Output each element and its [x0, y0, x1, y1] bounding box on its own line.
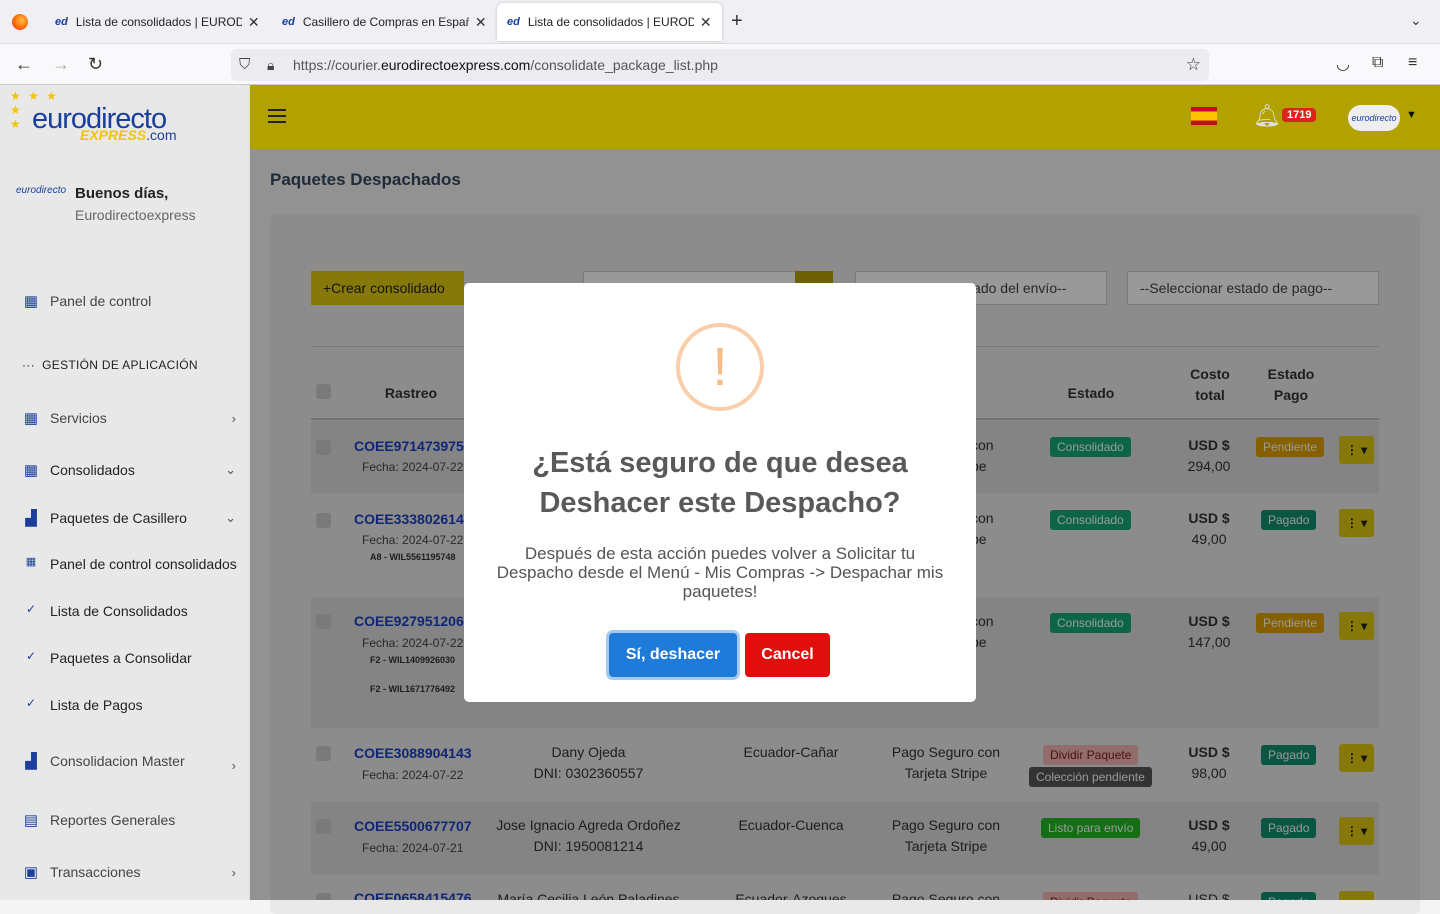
section-header: ··· GESTIÓN DE APLICACIÓN: [22, 358, 198, 372]
sidebar-item-label: Panel de control: [50, 293, 152, 309]
back-icon[interactable]: ←: [15, 54, 33, 75]
favicon-icon: ed: [507, 16, 520, 28]
check-icon: ✓: [25, 602, 37, 616]
tab-label: Lista de consolidados | EURODI: [75, 15, 242, 29]
chevron-down-icon[interactable]: ⌄: [1410, 12, 1422, 29]
warning-icon: !: [676, 323, 764, 411]
chevron-right-icon: ›: [231, 864, 236, 880]
sidebar-item-label: Transacciones: [50, 864, 141, 880]
sidebar-item-consolidacion-master[interactable]: ▟ Consolidacion Master ›: [22, 752, 242, 773]
chevron-right-icon: ›: [231, 758, 236, 773]
transactions-icon: ▣: [23, 864, 39, 881]
check-icon: ✓: [25, 649, 37, 663]
sidebar-item-paquetes-casillero[interactable]: ▟ Paquetes de Casillero ⌄: [22, 509, 242, 527]
user-name: Eurodirectoexpress: [75, 207, 196, 223]
sidebar-item-lista-consolidados[interactable]: ✓ Lista de Consolidados: [22, 602, 242, 620]
top-header: 🔔︎ 1719 eurodirecto ▼: [250, 85, 1440, 149]
confirm-undo-button[interactable]: Sí, deshacer: [609, 633, 737, 677]
favicon-icon: ed: [282, 16, 295, 28]
reports-icon: ▤: [23, 812, 39, 829]
notification-badge: 1719: [1282, 108, 1317, 122]
sidebar-item-label: Paquetes a Consolidar: [50, 650, 192, 666]
sidebar-item-label: Lista de Consolidados: [50, 603, 188, 619]
browser-tab-bar: ed Lista de consolidados | EURODI ✕ ed C…: [0, 0, 1440, 44]
check-icon: ✓: [25, 696, 37, 710]
sidebar-item-consolidados[interactable]: ▦ Consolidados ⌄: [22, 461, 242, 479]
browser-tab[interactable]: ed Casillero de Compras en España ✕: [272, 0, 497, 44]
close-tab-icon[interactable]: ✕: [700, 14, 712, 31]
pocket-icon[interactable]: ◡: [1336, 54, 1350, 74]
dialog-title: ¿Está seguro de que desea Deshacer este …: [532, 447, 908, 519]
sidebar-item-label: Paquetes de Casillero: [50, 510, 187, 526]
browser-tab-active[interactable]: ed Lista de consolidados | EURODI ✕: [497, 3, 722, 41]
chevron-down-icon: ⌄: [225, 462, 236, 477]
sidebar: ★ ★ ★ ★ ★ eurodirecto EXPRESS.com eurodire…: [0, 85, 250, 900]
address-bar[interactable]: ⛉ 🔒︎ https://courier.eurodirectoexpress.…: [231, 49, 1209, 81]
new-tab-icon[interactable]: +: [731, 10, 743, 33]
boxes-icon: ▟: [25, 753, 37, 770]
extensions-icon[interactable]: ⧉: [1372, 54, 1383, 72]
logo[interactable]: ★ ★ ★ ★ ★ eurodirecto EXPRESS.com: [10, 89, 230, 149]
url-path: /consolidate_package_list.php: [530, 57, 718, 73]
sidebar-item-lista-pagos[interactable]: ✓ Lista de Pagos: [22, 696, 242, 714]
url-prefix: https://courier.: [293, 57, 381, 73]
boxes-icon: ▟: [25, 510, 37, 527]
forward-icon[interactable]: →: [52, 54, 70, 75]
reload-icon[interactable]: ↻: [88, 54, 103, 75]
sidebar-item-panel[interactable]: ▦ Panel de control: [22, 292, 242, 310]
caret-down-icon[interactable]: ▼: [1406, 109, 1417, 121]
confirm-dialog: ! ¿Está seguro de que desea Deshacer est…: [464, 283, 976, 702]
firefox-icon[interactable]: [12, 14, 28, 30]
sidebar-item-transacciones[interactable]: ▣ Transacciones ›: [22, 863, 242, 881]
sidebar-item-label: Panel de control consolidados: [50, 556, 237, 572]
dots-icon: ···: [22, 358, 35, 372]
favicon-icon: ed: [55, 16, 68, 28]
sidebar-item-label: Lista de Pagos: [50, 697, 143, 713]
bell-icon[interactable]: 🔔︎: [1253, 103, 1281, 129]
cancel-button[interactable]: Cancel: [745, 633, 830, 677]
shield-icon[interactable]: ⛉: [239, 49, 250, 81]
user-avatar: eurodirecto: [16, 185, 67, 196]
sidebar-item-paquetes-consolidar[interactable]: ✓ Paquetes a Consolidar: [22, 649, 242, 667]
dashboard-icon: ▦: [25, 556, 37, 568]
sidebar-item-label: Consolidacion Master: [50, 753, 185, 769]
logo-sub: EXPRESS.com: [80, 127, 177, 143]
dashboard-icon: ▦: [23, 293, 39, 310]
chevron-down-icon: ⌄: [225, 510, 236, 525]
grid-icon: ▦: [23, 462, 39, 479]
menu-icon[interactable]: ≡: [1408, 54, 1417, 72]
sidebar-item-reportes[interactable]: ▤ Reportes Generales: [22, 811, 242, 829]
tab-label: Casillero de Compras en España: [302, 15, 469, 29]
chevron-right-icon: ›: [231, 410, 236, 426]
url-domain: eurodirectoexpress.com: [380, 57, 531, 73]
sidebar-item-label: Reportes Generales: [50, 812, 176, 828]
close-tab-icon[interactable]: ✕: [475, 14, 487, 31]
spain-flag-icon[interactable]: [1191, 107, 1217, 125]
sidebar-item-label: Consolidados: [50, 462, 135, 478]
greeting: Buenos días,: [75, 185, 169, 202]
browser-tab[interactable]: ed Lista de consolidados | EURODI ✕: [45, 0, 270, 44]
close-tab-icon[interactable]: ✕: [248, 14, 260, 31]
lock-icon[interactable]: 🔒︎: [267, 49, 274, 81]
services-icon: ▦: [23, 410, 39, 427]
user-avatar[interactable]: eurodirecto: [1348, 105, 1400, 131]
sidebar-item-servicios[interactable]: ▦ Servicios ›: [22, 409, 242, 427]
bookmark-star-icon[interactable]: ☆: [1186, 49, 1201, 81]
tab-label: Lista de consolidados | EURODI: [527, 15, 694, 29]
sidebar-item-panel-consolidados[interactable]: ▦ Panel de control consolidados: [22, 555, 242, 573]
sidebar-item-label: Servicios: [50, 410, 107, 426]
hamburger-icon[interactable]: [268, 109, 286, 123]
dialog-text: Después de esta acción puedes volver a S…: [496, 544, 944, 601]
browser-toolbar: ← → ↻ ⛉ 🔒︎ https://courier.eurodirectoex…: [0, 44, 1440, 85]
